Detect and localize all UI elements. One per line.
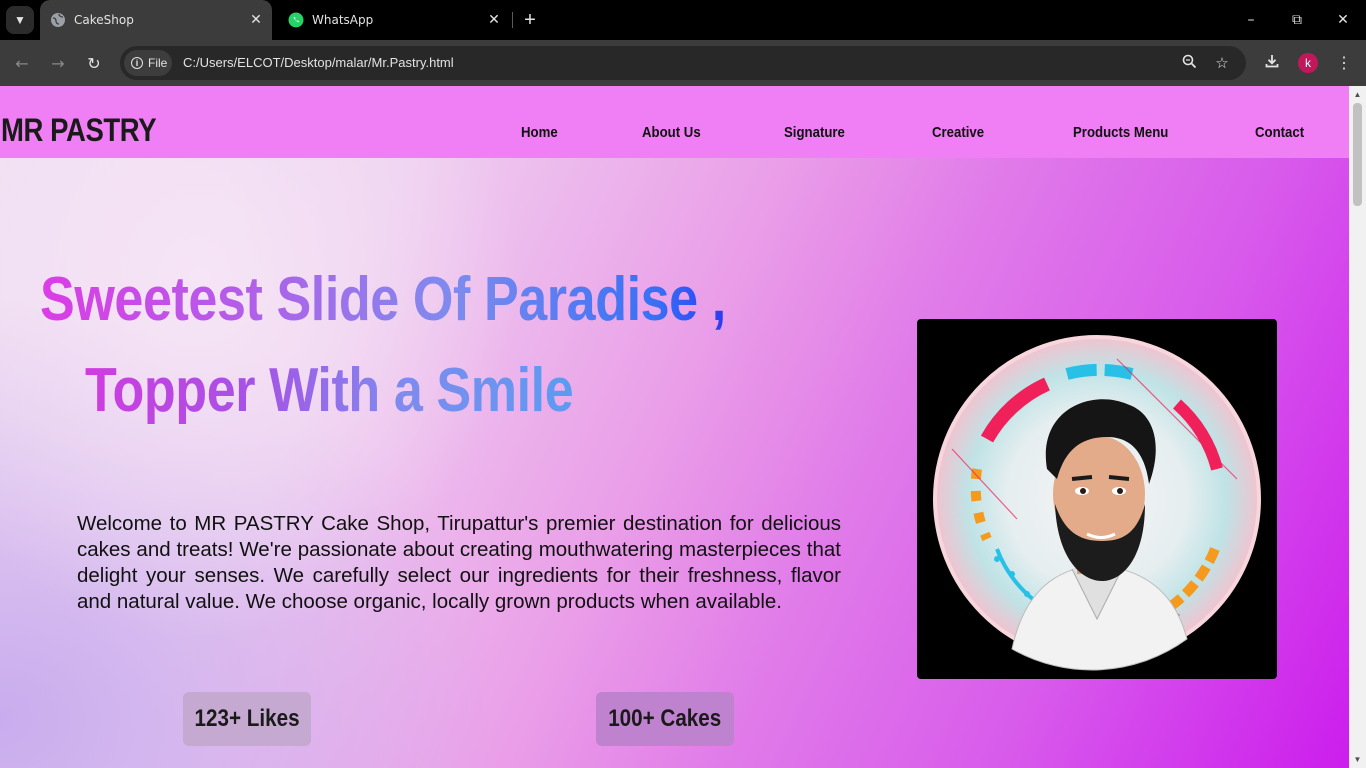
- nav-creative[interactable]: Creative: [932, 124, 984, 141]
- zoom-icon: [1182, 54, 1197, 73]
- info-icon: i: [131, 57, 143, 69]
- kebab-menu-icon: ⋮: [1336, 55, 1352, 72]
- hero-headline-line1: Sweetest Slide Of Paradise ,: [40, 265, 726, 334]
- globe-icon: [50, 12, 66, 28]
- site-logo[interactable]: MR PASTRY: [1, 112, 157, 149]
- likes-badge: 123+ Likes: [183, 692, 311, 746]
- arrow-left-icon: ←: [15, 53, 29, 73]
- close-icon: ✕: [1337, 12, 1349, 28]
- tab-search-button[interactable]: ▼: [6, 6, 34, 34]
- tab-divider: [512, 12, 513, 28]
- nav-contact[interactable]: Contact: [1255, 124, 1304, 141]
- browser-menu-button[interactable]: ⋮: [1332, 51, 1356, 75]
- page-scrollbar[interactable]: ▲ ▼: [1349, 86, 1366, 768]
- downloads-button[interactable]: [1260, 51, 1284, 75]
- tab-cakeshop[interactable]: CakeShop ✕: [40, 0, 272, 40]
- profile-avatar[interactable]: k: [1298, 53, 1318, 73]
- address-bar[interactable]: i File C:/Users/ELCOT/Desktop/malar/Mr.P…: [120, 46, 1246, 80]
- close-window-button[interactable]: ✕: [1330, 8, 1356, 32]
- page-viewport: MR PASTRY Home About Us Signature Creati…: [0, 86, 1349, 768]
- restore-icon: ⧉: [1292, 12, 1302, 28]
- close-tab-icon[interactable]: ✕: [484, 10, 504, 30]
- browser-toolbar: ← → ↻ i File C:/Users/ELCOT/Desktop/mala…: [0, 40, 1366, 86]
- minimize-icon: –: [1247, 12, 1255, 28]
- zoom-button[interactable]: [1177, 51, 1201, 75]
- scrollbar-thumb[interactable]: [1353, 103, 1362, 206]
- plus-icon: +: [524, 8, 536, 31]
- reload-icon: ↻: [87, 53, 101, 73]
- chef-portrait: [917, 319, 1277, 679]
- tab-strip: ▼ CakeShop ✕ WhatsApp ✕ + – ⧉ ✕: [0, 0, 1366, 40]
- likes-count: 123+ Likes: [194, 705, 300, 732]
- scroll-up-icon[interactable]: ▲: [1349, 86, 1366, 103]
- back-button[interactable]: ←: [10, 51, 34, 75]
- nav-signature[interactable]: Signature: [784, 124, 845, 141]
- chef-illustration: [933, 335, 1261, 671]
- arrow-right-icon: →: [51, 53, 65, 73]
- hero-headline-line2: Topper With a Smile: [85, 356, 574, 425]
- site-header: MR PASTRY Home About Us Signature Creati…: [0, 86, 1349, 158]
- cakes-badge: 100+ Cakes: [596, 692, 734, 746]
- hero-section: Sweetest Slide Of Paradise , Topper With…: [0, 158, 1349, 768]
- site-info-label: File: [148, 56, 168, 70]
- chevron-down-icon: ▼: [14, 13, 26, 27]
- download-icon: [1264, 53, 1280, 74]
- nav-products-menu[interactable]: Products Menu: [1073, 124, 1168, 141]
- nav-about-us[interactable]: About Us: [642, 124, 701, 141]
- nav-home[interactable]: Home: [521, 124, 558, 141]
- reload-button[interactable]: ↻: [82, 51, 106, 75]
- restore-button[interactable]: ⧉: [1284, 8, 1310, 32]
- tab-title: CakeShop: [74, 13, 134, 27]
- site-info-chip[interactable]: i File: [124, 50, 172, 76]
- minimize-button[interactable]: –: [1238, 8, 1264, 32]
- tab-whatsapp[interactable]: WhatsApp ✕: [278, 0, 510, 40]
- scroll-down-icon[interactable]: ▼: [1349, 751, 1366, 768]
- cakes-count: 100+ Cakes: [608, 705, 722, 732]
- new-tab-button[interactable]: +: [518, 8, 542, 32]
- forward-button[interactable]: →: [46, 51, 70, 75]
- close-tab-icon[interactable]: ✕: [246, 10, 266, 30]
- url-text[interactable]: C:/Users/ELCOT/Desktop/malar/Mr.Pastry.h…: [183, 55, 454, 70]
- star-icon: ☆: [1215, 55, 1229, 72]
- bookmark-button[interactable]: ☆: [1210, 51, 1234, 75]
- whatsapp-icon: [288, 12, 304, 28]
- hero-intro-text: Welcome to MR PASTRY Cake Shop, Tirupatt…: [77, 512, 841, 613]
- tab-title: WhatsApp: [312, 13, 374, 27]
